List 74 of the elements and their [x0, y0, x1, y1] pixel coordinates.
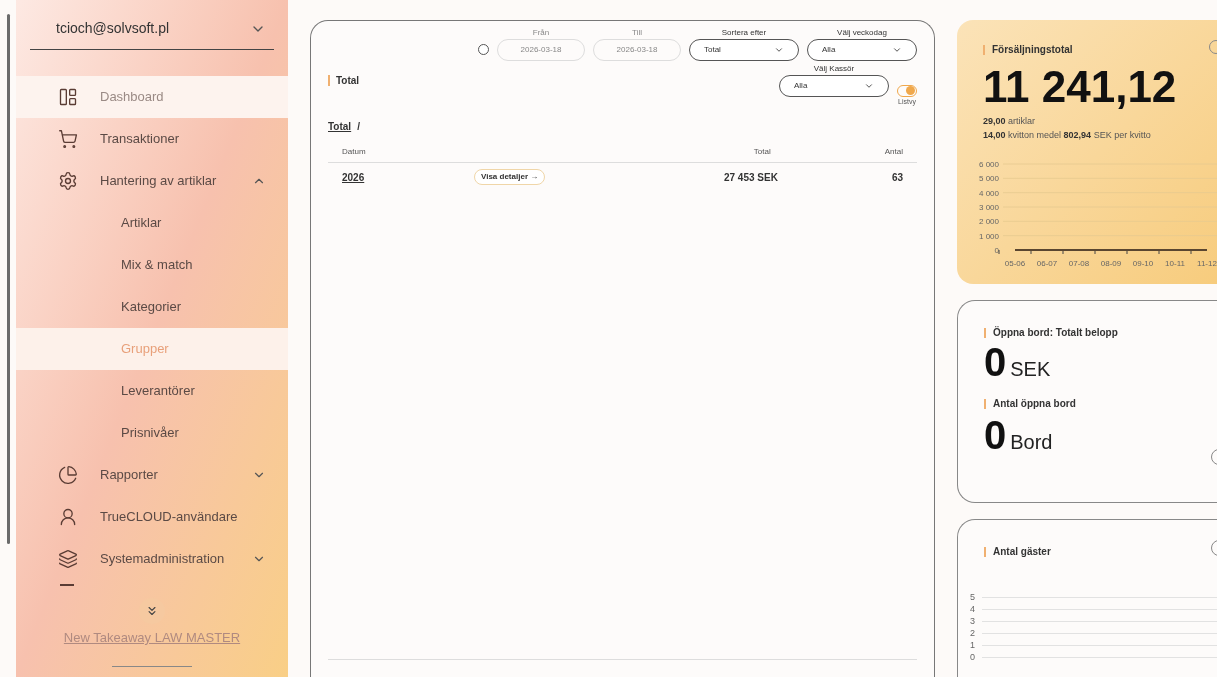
y-tick-label: 1 000	[978, 232, 1000, 242]
account-email: tcioch@solvsoft.pl	[55, 19, 170, 38]
amount-unit: SEK	[1010, 357, 1051, 383]
card-title: Försäljningstotal	[992, 43, 1073, 57]
field-label: Till	[632, 27, 642, 39]
submenu-item[interactable]: Mix & match	[16, 244, 288, 286]
column-header: Datum	[342, 146, 367, 158]
sidebar-item[interactable]: Transaktioner	[16, 118, 288, 160]
card-title: Antal öppna bord	[993, 397, 1076, 412]
select-field[interactable]: Alla	[779, 75, 889, 97]
x-tick-label: 08-09	[1100, 259, 1122, 269]
field-label: Välj Kassör	[813, 63, 855, 75]
submenu-item[interactable]: Kategorier	[16, 286, 288, 328]
scrollbar[interactable]	[6, 14, 10, 544]
count-unit: Bord	[1010, 430, 1053, 456]
y-tick-label: 6 000	[978, 160, 1000, 170]
y-tick-label: 2 000	[978, 217, 1000, 227]
x-tick-label: 11-12	[1197, 259, 1217, 269]
chevron-down-icon	[774, 45, 784, 55]
x-tick-label: 05-06	[1004, 259, 1026, 269]
table-cell-text: 63	[891, 170, 903, 185]
y-tick-label: 4 000	[978, 189, 1000, 199]
chevron-down-icon	[864, 81, 874, 91]
field-label: Sortera efter	[721, 27, 767, 39]
chevrons-down-icon	[145, 604, 159, 618]
axis-label: 3	[970, 616, 976, 626]
user-icon	[58, 507, 78, 527]
open-count: 0	[984, 415, 1007, 456]
select-field[interactable]: Total	[689, 39, 799, 61]
select-field[interactable]: Alla	[807, 39, 917, 61]
cart-icon	[58, 129, 78, 149]
minus-icon	[60, 584, 74, 586]
axis-label: 4	[970, 604, 976, 614]
sidebar-item[interactable]: Rapporter	[16, 454, 288, 496]
y-tick-label: 3 000	[978, 203, 1000, 213]
column-header: Antal	[884, 146, 903, 158]
breadcrumb-link[interactable]: Total	[328, 119, 352, 134]
items-summary: 29,00 artiklar	[983, 116, 1036, 127]
radio-button[interactable]	[478, 44, 489, 55]
x-tick-label: 06-07	[1036, 259, 1058, 269]
gear-icon	[58, 171, 78, 191]
x-tick-label: 07-08	[1068, 259, 1090, 269]
table-cell-text: 27 453 SEK	[722, 170, 778, 185]
column-header: Total	[752, 146, 771, 158]
field-label: Välj veckodag	[837, 27, 887, 39]
submenu-item[interactable]: Leverantörer	[16, 370, 288, 412]
sidebar-item[interactable]: Hantering av artiklar	[16, 160, 288, 202]
submenu-item[interactable]: Prisnivåer	[16, 412, 288, 454]
x-tick-label: 09-10	[1132, 259, 1154, 269]
layout-icon	[58, 87, 78, 107]
field-label: Från	[532, 27, 550, 39]
details-button[interactable]: Visa detaljer →	[474, 169, 546, 185]
layers-icon	[58, 549, 78, 569]
open-amount: 0	[984, 342, 1007, 383]
pie-chart-icon	[58, 465, 78, 485]
sales-amount: 11 241,12	[983, 63, 1178, 112]
receipts-summary: 14,00 kvitton medel 802,94 SEK per kvitto	[983, 129, 1151, 140]
x-tick-label: 10-11	[1165, 259, 1186, 269]
chevron-down-icon	[892, 45, 902, 55]
axis-label: 2	[970, 628, 976, 638]
axis-label: 0	[970, 652, 976, 662]
year-link[interactable]: 2026	[342, 169, 474, 185]
axis-label: 5	[970, 592, 976, 602]
sidebar-item[interactable]: Systemadministration	[16, 538, 288, 580]
y-tick-label: 5 000	[978, 174, 1000, 184]
sidebar-item[interactable]: TrueCLOUD-användare	[16, 496, 288, 538]
axis-label: 1	[970, 640, 976, 650]
breadcrumb-separator: /	[357, 120, 360, 134]
card-title: Antal gäster	[993, 545, 1051, 560]
sidebar-item[interactable]: Dashboard	[16, 76, 288, 118]
submenu-item[interactable]: Artiklar	[16, 202, 288, 244]
card-title: Öppna bord: Totalt belopp	[993, 325, 1118, 341]
section-title: Total	[336, 73, 360, 88]
y-tick-label: 0	[994, 246, 1000, 256]
